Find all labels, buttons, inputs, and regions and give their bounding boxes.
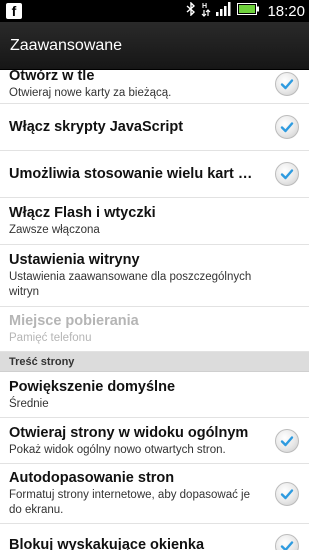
setting-title: Powiększenie domyślne (9, 378, 176, 395)
setting-title: Autodopasowanie stron (9, 470, 175, 486)
setting-subtitle: Otwieraj nowe karty za bieżącą. (9, 86, 172, 99)
data-transfer-icon: H (201, 1, 211, 22)
checkbox-checked-icon[interactable] (275, 428, 299, 453)
setting-title: Otwórz w tle (9, 70, 95, 84)
checkbox-checked-icon[interactable] (275, 162, 299, 186)
setting-block-popups[interactable]: Blokuj wyskakujące okienka (0, 524, 309, 550)
setting-multiple-tabs[interactable]: Umożliwia stosowanie wielu kart w aplika… (0, 151, 309, 198)
setting-subtitle: Średnie (9, 397, 49, 410)
status-bar: f H 18:20 (0, 0, 309, 22)
facebook-icon: f (6, 3, 22, 19)
setting-subtitle: Pokaż widok ogólny nowo otwartych stron. (9, 443, 226, 456)
setting-title: Blokuj wyskakujące okienka (9, 537, 205, 550)
setting-title: Otwieraj strony w widoku ogólnym (9, 424, 249, 441)
setting-overview-mode[interactable]: Otwieraj strony w widoku ogólnym Pokaż w… (0, 418, 309, 464)
checkbox-checked-icon[interactable] (275, 534, 299, 550)
page-title: Zaawansowane (10, 36, 123, 54)
status-time: 18:20 (267, 2, 305, 20)
svg-text:H: H (202, 3, 207, 10)
setting-subtitle: Pamięć telefonu (9, 332, 92, 344)
setting-subtitle: Ustawienia zaawansowane dla poszczególny… (9, 271, 252, 298)
setting-flash-plugins[interactable]: Włącz Flash i wtyczki Zawsze włączona (0, 198, 309, 245)
checkbox-checked-icon[interactable] (275, 481, 299, 506)
section-header: Treść strony (0, 352, 309, 372)
setting-title: Ustawienia witryny (9, 252, 140, 268)
checkbox-checked-icon[interactable] (275, 115, 299, 139)
setting-title: Umożliwia stosowanie wielu kart w aplika… (9, 166, 257, 182)
setting-title: Włącz skrypty JavaScript (9, 119, 184, 135)
battery-icon (237, 2, 260, 20)
bluetooth-icon (186, 0, 196, 21)
setting-download-location: Miejsce pobierania Pamięć telefonu (0, 307, 309, 352)
setting-auto-fit[interactable]: Autodopasowanie stron Formatuj strony in… (0, 464, 309, 524)
signal-icon (216, 1, 232, 21)
setting-site-settings[interactable]: Ustawienia witryny Ustawienia zaawansowa… (0, 245, 309, 307)
setting-subtitle: Formatuj strony internetowe, aby dopasow… (9, 489, 250, 516)
setting-default-zoom[interactable]: Powiększenie domyślne Średnie (0, 372, 309, 418)
setting-subtitle: Zawsze włączona (9, 224, 100, 236)
settings-list[interactable]: Otwórz w tle Otwieraj nowe karty za bież… (0, 70, 309, 550)
checkbox-checked-icon[interactable] (275, 71, 299, 96)
setting-title: Włącz Flash i wtyczki (9, 205, 156, 221)
setting-title: Miejsce pobierania (9, 313, 139, 329)
title-bar: Zaawansowane (0, 22, 309, 70)
setting-enable-javascript[interactable]: Włącz skrypty JavaScript (0, 104, 309, 151)
setting-open-in-background[interactable]: Otwórz w tle Otwieraj nowe karty za bież… (0, 70, 309, 104)
